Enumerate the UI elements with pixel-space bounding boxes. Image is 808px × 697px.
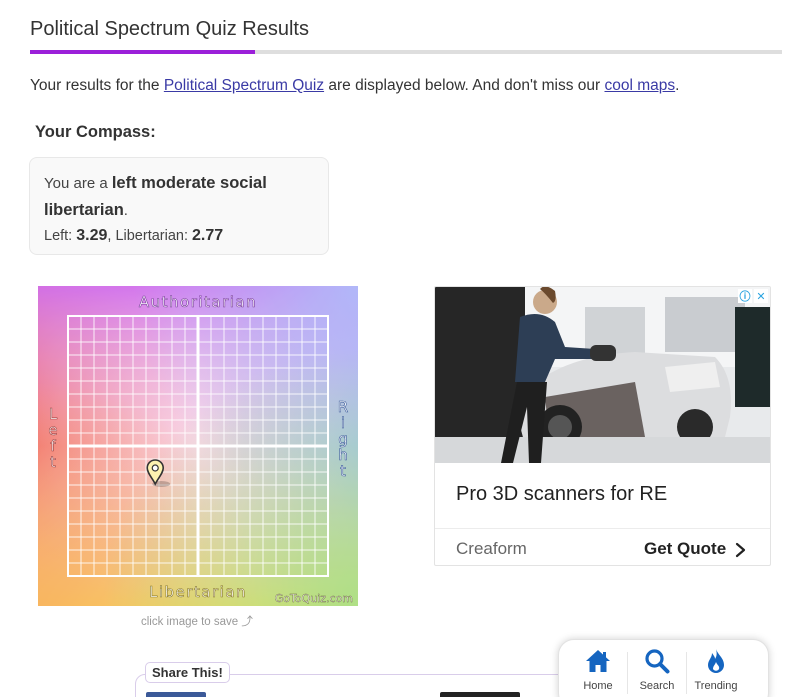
nav-home-label: Home	[583, 680, 613, 692]
flame-icon	[708, 649, 724, 673]
page-title: Political Spectrum Quiz Results	[30, 18, 309, 40]
axis-letter: t	[340, 462, 346, 480]
advertisement[interactable]: ⓘ ✕ Pro 3D scanners for RE Creaform Get …	[434, 286, 771, 566]
authoritarian-label: Authoritarian	[139, 293, 257, 311]
result-suffix: .	[123, 202, 128, 219]
nav-trending-label: Trending	[694, 680, 738, 692]
compass-heading: Your Compass:	[35, 123, 156, 141]
compass-graphic: Authoritarian Libertarian Left Right GoT…	[38, 286, 358, 606]
share-x-button[interactable]	[440, 692, 520, 697]
intro-text: Your results for the Political Spectrum …	[30, 77, 679, 95]
result-box: You are a left moderate social libertari…	[29, 157, 329, 255]
ad-image[interactable]	[435, 287, 771, 463]
nav-search-label: Search	[639, 680, 675, 692]
nav-search[interactable]: Search	[628, 648, 686, 697]
gotoquiz-watermark: GoToQuiz.com	[275, 592, 353, 605]
info-icon[interactable]: ⓘ	[738, 289, 752, 303]
result-scores: Left: 3.29, Libertarian: 2.77	[44, 224, 314, 248]
close-icon[interactable]: ✕	[754, 289, 768, 303]
libertarian-score-label: Libertarian:	[115, 228, 193, 244]
result-prefix: You are a	[44, 175, 112, 192]
home-icon	[586, 650, 610, 672]
get-quote-button[interactable]: Get Quote	[644, 539, 726, 559]
intro-middle: are displayed below. And don't miss our	[324, 77, 605, 94]
left-score-value: 3.29	[76, 227, 108, 244]
intro-prefix: Your results for the	[30, 77, 164, 94]
quiz-link[interactable]: Political Spectrum Quiz	[164, 77, 324, 94]
compass-caption: click image to save ⤴	[141, 616, 253, 628]
ad-headline[interactable]: Pro 3D scanners for RE	[456, 483, 667, 506]
title-rule	[30, 50, 782, 54]
title-rule-accent	[30, 50, 255, 54]
cool-maps-link[interactable]: cool maps	[604, 77, 675, 94]
compass-image[interactable]: Authoritarian Libertarian Left Right GoT…	[38, 286, 358, 606]
ad-advertiser[interactable]: Creaform	[456, 539, 527, 559]
left-score-label: Left:	[44, 228, 77, 244]
share-label: Share This!	[145, 662, 230, 683]
nav-trending[interactable]: Trending	[687, 648, 745, 697]
ad-divider	[435, 528, 770, 529]
nav-home[interactable]: Home	[569, 648, 627, 697]
ad-choices[interactable]: ⓘ ✕	[738, 289, 768, 303]
libertarian-label: Libertarian	[149, 583, 247, 601]
bottom-nav: Home Search Trending	[558, 639, 769, 697]
result-summary: You are a left moderate social libertari…	[44, 170, 314, 224]
libertarian-score-value: 2.77	[192, 227, 224, 244]
intro-suffix: .	[675, 77, 680, 94]
share-facebook-button[interactable]	[146, 692, 206, 697]
search-icon	[645, 649, 670, 674]
axis-letter: t	[50, 453, 56, 471]
chevron-right-icon[interactable]	[734, 542, 748, 558]
